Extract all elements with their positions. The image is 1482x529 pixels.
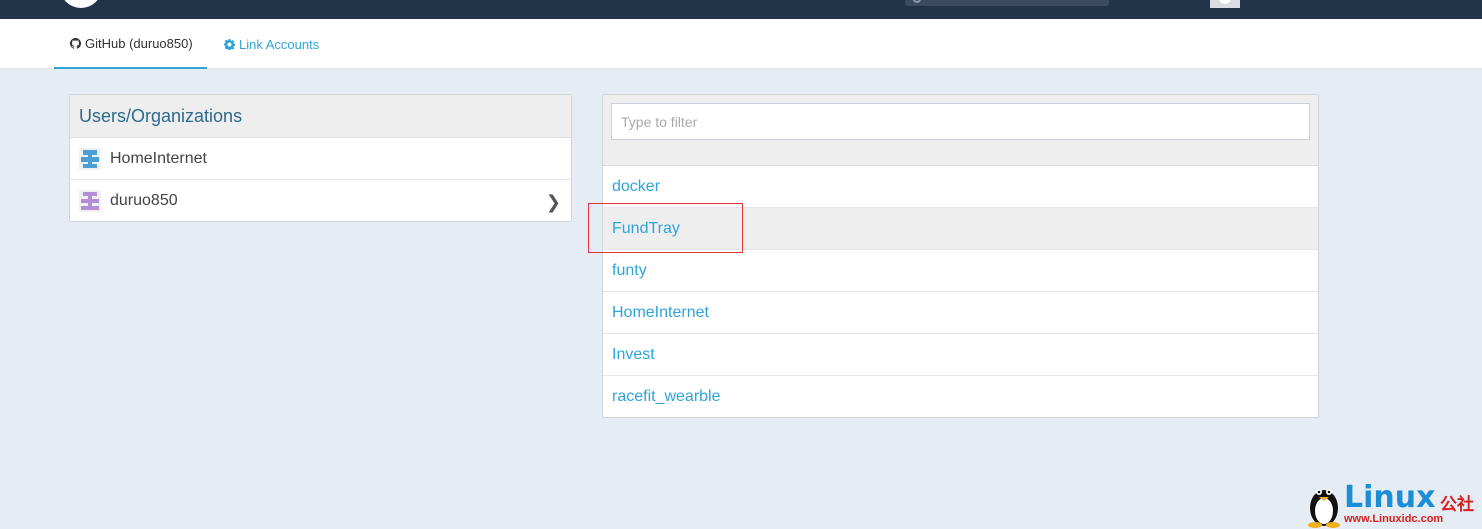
avatar-icon bbox=[1219, 0, 1231, 4]
orgs-panel: Users/Organizations HomeInternet duruo85… bbox=[69, 94, 572, 222]
watermark-brand-cn: 公社 bbox=[1440, 495, 1474, 514]
watermark: Linux 公社 www.Linuxidc.com bbox=[1306, 478, 1482, 529]
repos-panel: docker FundTray funty HomeInternet Inves… bbox=[602, 94, 1319, 418]
repo-item-homeinternet[interactable]: HomeInternet bbox=[603, 292, 1318, 334]
account-tab-bar: GitHub (duruo850) Link Accounts bbox=[0, 19, 1482, 69]
repo-item-invest[interactable]: Invest bbox=[603, 334, 1318, 376]
chevron-right-icon: ❯ bbox=[545, 192, 561, 212]
identicon-icon bbox=[79, 190, 101, 212]
search-icon bbox=[913, 0, 921, 3]
gear-icon bbox=[224, 38, 235, 50]
repo-item-racefit-wearble[interactable]: racefit_wearble bbox=[603, 376, 1318, 418]
filter-bar bbox=[603, 95, 1318, 166]
org-item-homeinternet[interactable]: HomeInternet bbox=[70, 138, 571, 180]
filter-input[interactable] bbox=[611, 103, 1310, 140]
tab-github-label: GitHub (duruo850) bbox=[85, 35, 193, 51]
org-item-label: HomeInternet bbox=[110, 149, 207, 167]
identicon-icon bbox=[79, 147, 101, 170]
watermark-brand: Linux bbox=[1344, 480, 1436, 515]
top-navbar bbox=[0, 0, 1482, 19]
user-avatar[interactable] bbox=[1210, 0, 1240, 8]
tab-link-accounts[interactable]: Link Accounts bbox=[224, 19, 319, 69]
repo-item-funty[interactable]: funty bbox=[603, 250, 1318, 292]
org-item-label: duruo850 bbox=[110, 192, 178, 209]
watermark-url: www.Linuxidc.com bbox=[1344, 513, 1444, 525]
tab-github-account[interactable]: GitHub (duruo850) bbox=[54, 19, 207, 69]
repo-item-docker[interactable]: docker bbox=[603, 166, 1318, 208]
app-logo[interactable] bbox=[60, 0, 102, 8]
github-icon bbox=[70, 37, 81, 49]
penguin-icon bbox=[1308, 489, 1340, 528]
tab-link-label: Link Accounts bbox=[239, 36, 320, 52]
annotation-highlight-box bbox=[588, 203, 743, 253]
org-item-duruo850[interactable]: duruo850 ❯ bbox=[70, 180, 571, 222]
orgs-panel-title: Users/Organizations bbox=[70, 95, 571, 138]
global-search-input[interactable] bbox=[905, 0, 1109, 6]
